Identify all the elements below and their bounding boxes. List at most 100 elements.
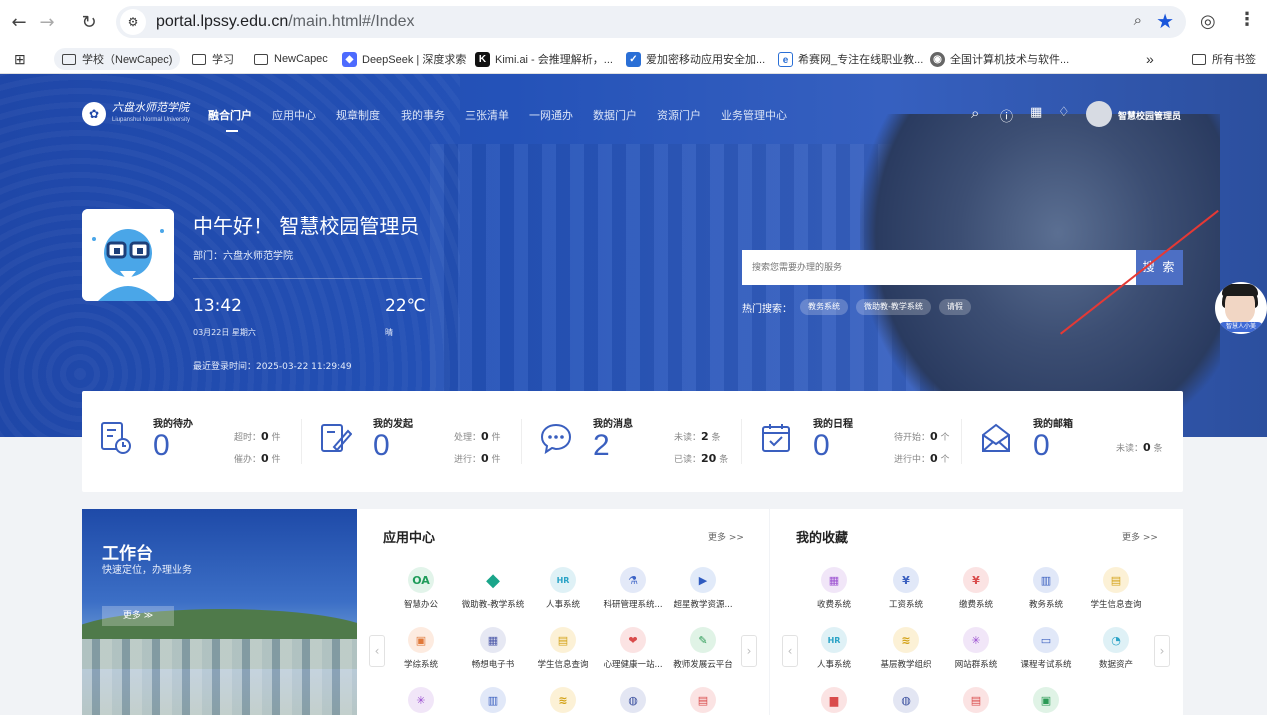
deepseek-icon: ◆ — [342, 51, 357, 67]
app-item[interactable]: ◔ 数据资产 — [1081, 627, 1151, 670]
app-item[interactable]: ▥ 教务系统 — [1011, 567, 1081, 610]
ai-assistant-avatar[interactable]: 智慧人小美 — [1215, 282, 1267, 334]
pie-chart-icon: ◔ — [1103, 627, 1129, 653]
app-item[interactable]: ◍ — [598, 687, 668, 713]
stat-mailbox[interactable]: 我的邮箱 0 未读：0 条 — [962, 391, 1182, 492]
bookmark-educity[interactable]: e 希赛网_专注在线职业教... — [778, 48, 923, 70]
money-bag-icon: ¥ — [893, 567, 919, 593]
stat-initiated[interactable]: 我的发起 0 处理：0 件 进行：0 件 — [302, 391, 522, 492]
site-settings-icon[interactable]: ⚙ — [120, 9, 146, 35]
bookmark-deepseek[interactable]: ◆ DeepSeek | 深度求索 — [342, 48, 466, 70]
app-item[interactable]: ▥ — [458, 687, 528, 713]
app-item[interactable]: ▤ 学生信息查询 — [528, 627, 598, 670]
chevron-right-icon[interactable]: › — [741, 635, 757, 667]
mail-icon — [982, 423, 1010, 452]
nav-home[interactable]: 融合门户 — [208, 107, 252, 132]
bookmark-folder[interactable]: NewCapec — [254, 48, 328, 70]
app-item[interactable]: ✳ — [386, 687, 456, 713]
menu-kebab-icon[interactable]: ⋮ — [1238, 9, 1256, 30]
app-item[interactable]: ◆ 微助教-教学系统 — [458, 567, 528, 610]
app-item[interactable]: ≋ 基层教学组织 — [871, 627, 941, 670]
app-item[interactable]: ▆ — [799, 687, 869, 713]
divider — [193, 278, 422, 279]
bookmark-star-icon[interactable]: ★ — [1156, 9, 1174, 33]
app-item[interactable]: ▦ 畅想电子书 — [458, 627, 528, 670]
zoom-icon[interactable]: ⌕ — [1134, 11, 1142, 29]
theme-shirt-icon[interactable]: ♢ — [1058, 105, 1070, 120]
workbench-more-button[interactable]: 更多 ≫ — [102, 606, 174, 626]
app-item[interactable]: ▦ 收费系统 — [799, 567, 869, 610]
app-item[interactable]: ≋ — [528, 687, 598, 713]
oa-icon: OA — [408, 567, 434, 593]
bookmark-kimi[interactable]: K Kimi.ai - 会推理解析，... — [475, 48, 613, 70]
app-item[interactable]: ✎ 教师发展云平台 — [668, 627, 738, 670]
app-item[interactable]: ✳ 网站群系统 — [941, 627, 1011, 670]
stat-messages[interactable]: 我的消息 2 未读：2 条 已读：20 条 — [522, 391, 742, 492]
app-item[interactable]: ◍ — [871, 687, 941, 713]
bookmark-folder[interactable]: 学校（NewCapec) — [54, 48, 181, 70]
app-item[interactable]: ▤ — [668, 687, 738, 713]
app-item[interactable]: ¥ 缴费系统 — [941, 567, 1011, 610]
current-time: 13:42 — [193, 296, 242, 316]
top-navigation: ✿ 六盘水师范学院 Liupanshui Normal University 融合… — [0, 74, 1267, 150]
school-logo[interactable]: ✿ 六盘水师范学院 Liupanshui Normal University — [82, 102, 190, 126]
app-item[interactable]: OA 智慧办公 — [386, 567, 456, 610]
nav-data-portal[interactable]: 数据门户 — [593, 107, 637, 123]
network-icon: ✳ — [963, 627, 989, 653]
reload-icon[interactable]: ↻ — [76, 9, 102, 35]
app-center-panel: 应用中心 更多 >> ‹ › OA 智慧办公 ◆ 微助教-教学系统 HR 人事系统 ⚗… — [357, 509, 769, 715]
service-search-input[interactable] — [742, 250, 1136, 285]
hot-tag[interactable]: 微助教-教学系统 — [856, 299, 931, 315]
stat-todo[interactable]: 我的待办 0 超时：0 件 催办：0 件 — [82, 391, 302, 492]
bookmarks-overflow-icon[interactable]: » — [1146, 48, 1154, 70]
nav-my-affairs[interactable]: 我的事务 — [401, 107, 445, 123]
stat-schedule[interactable]: 我的日程 0 待开始：0 个 进行中：0 个 — [742, 391, 962, 492]
edit-document-icon — [321, 424, 352, 452]
hr-icon: HR — [550, 567, 576, 593]
forward-icon[interactable]: → — [34, 9, 60, 35]
help-icon[interactable]: ⓘ — [1000, 106, 1013, 125]
back-icon[interactable]: ← — [6, 9, 32, 35]
app-item[interactable]: ▤ — [941, 687, 1011, 713]
apps-grid-icon[interactable]: ⊞ — [14, 48, 26, 70]
nav-three-lists[interactable]: 三张清单 — [465, 107, 509, 123]
hot-tag[interactable]: 教务系统 — [800, 299, 848, 315]
nav-regulations[interactable]: 规章制度 — [336, 107, 380, 123]
app-item[interactable]: HR 人事系统 — [528, 567, 598, 610]
nav-business-center[interactable]: 业务管理中心 — [721, 107, 787, 123]
chevron-left-icon[interactable]: ‹ — [782, 635, 798, 667]
bookmark-ijiami[interactable]: ✓ 爱加密移动应用安全加... — [626, 48, 765, 70]
app-center-more-link[interactable]: 更多 >> — [708, 530, 744, 543]
bookmark-ruankao[interactable]: ◉ 全国计算机技术与软件... — [930, 48, 1069, 70]
app-item[interactable]: ¥ 工资系统 — [871, 567, 941, 610]
username[interactable]: 智慧校园管理员 — [1118, 109, 1181, 122]
profile-icon[interactable]: ◎ — [1200, 11, 1216, 32]
search-icon[interactable]: ⌕ — [971, 104, 979, 122]
app-item[interactable]: ▶ 超星教学资源... — [668, 567, 738, 610]
app-item[interactable]: HR 人事系统 — [799, 627, 869, 670]
heart-icon: ❤ — [620, 627, 646, 653]
greeting: 中午好！ 智慧校园管理员 — [193, 214, 420, 238]
app-item[interactable]: ❤ 心理健康一站... — [598, 627, 668, 670]
nav-one-stop[interactable]: 一网通办 — [529, 107, 573, 123]
nav-app-center[interactable]: 应用中心 — [272, 107, 316, 123]
hot-tag[interactable]: 请假 — [938, 299, 971, 315]
user-avatar[interactable] — [1086, 101, 1112, 127]
address-bar[interactable]: ⚙ portal.lpssy.edu.cn/main.html#/Index ⌕… — [116, 6, 1186, 38]
nav-resource-portal[interactable]: 资源门户 — [657, 107, 701, 123]
video-icon: ▶ — [690, 567, 716, 593]
favorites-title: 我的收藏 — [796, 531, 849, 546]
app-item[interactable]: ▣ — [1011, 687, 1081, 713]
url-text[interactable]: portal.lpssy.edu.cn/main.html#/Index — [156, 13, 415, 31]
folder-icon — [62, 53, 76, 65]
chevron-right-icon[interactable]: › — [1154, 635, 1170, 667]
app-item[interactable]: ⚗ 科研管理系统... — [598, 567, 668, 610]
qrcode-icon[interactable]: ▦ — [1030, 105, 1042, 120]
app-item[interactable]: ▤ 学生信息查询 — [1081, 567, 1151, 610]
bookmark-folder[interactable]: 学习 — [192, 48, 234, 70]
chevron-left-icon[interactable]: ‹ — [369, 635, 385, 667]
favorites-more-link[interactable]: 更多 >> — [1122, 530, 1158, 543]
all-bookmarks[interactable]: 所有书签 — [1192, 48, 1256, 70]
app-item[interactable]: ▭ 课程考试系统 — [1011, 627, 1081, 670]
app-item[interactable]: ▣ 学综系统 — [386, 627, 456, 670]
